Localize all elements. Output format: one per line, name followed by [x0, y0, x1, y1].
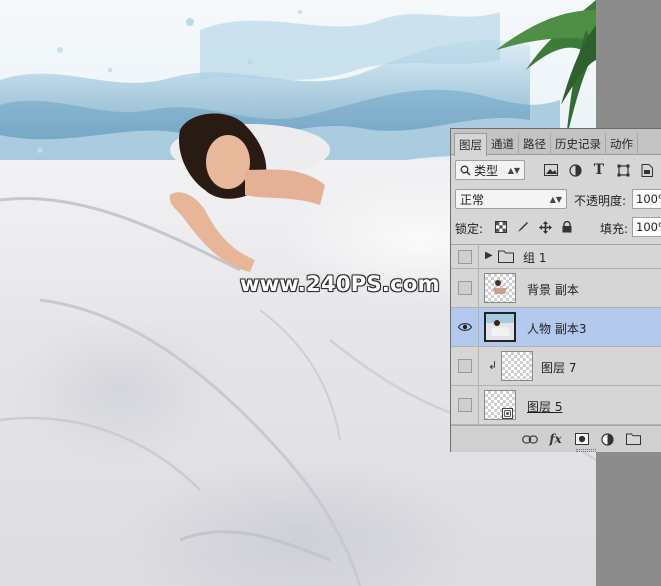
layer-name: 图层 7 [541, 361, 577, 375]
layer-filter-select[interactable]: 类型 ▲▼ [455, 160, 525, 180]
sleeping-woman-image [169, 113, 330, 272]
eye-icon[interactable] [458, 320, 472, 334]
expand-arrow-icon[interactable]: ▶ [485, 250, 493, 261]
layer-thumbnail [484, 312, 516, 342]
new-adjustment-icon[interactable] [599, 431, 616, 448]
watermark-text: www.240PS.com [240, 272, 440, 296]
layer-row[interactable]: 背景 副本 [451, 269, 661, 308]
layer-name: 背景 副本 [527, 283, 579, 297]
tab-channels[interactable]: 通道 [487, 133, 519, 155]
layers-panel[interactable]: 图层 通道 路径 历史记录 动作 类型 ▲▼ T 正常 ▲▼ 不透明度: 100… [450, 128, 661, 452]
smart-object-filter-icon[interactable] [639, 161, 655, 179]
blend-mode-value: 正常 [460, 192, 485, 207]
clipping-mask-arrow-icon: ↲ [488, 359, 498, 372]
search-icon [460, 165, 471, 176]
smart-object-badge-icon [502, 408, 513, 419]
lock-image-icon[interactable] [515, 219, 531, 235]
panel-tabs: 图层 通道 路径 历史记录 动作 [451, 129, 661, 156]
layer-name: 人物 副本3 [527, 322, 587, 336]
tab-actions[interactable]: 动作 [606, 133, 638, 155]
new-group-icon[interactable] [625, 431, 642, 448]
lock-transparent-icon[interactable] [493, 219, 509, 235]
type-filter-icon[interactable]: T [591, 161, 607, 179]
chevron-updown-icon: ▲▼ [549, 194, 562, 204]
opacity-label: 不透明度: [574, 194, 627, 208]
folder-icon [498, 250, 514, 263]
add-mask-icon[interactable] [573, 431, 590, 448]
layers-list: ▶ 组 1 背景 副本 人物 副本3 ↲ 图层 7 图层 5 [451, 244, 661, 425]
layer-row-selected[interactable]: 人物 副本3 [451, 308, 661, 347]
fill-input[interactable]: 100% [632, 217, 661, 237]
divider [478, 347, 479, 385]
divider [478, 386, 479, 424]
resize-grip[interactable] [576, 449, 596, 452]
fill-label: 填充: [600, 222, 629, 236]
divider [478, 245, 479, 268]
layer-row[interactable]: ↲ 图层 7 [451, 347, 661, 386]
adjustment-filter-icon[interactable] [567, 161, 583, 179]
fx-icon[interactable]: fx [547, 431, 564, 448]
layer-row-group[interactable]: ▶ 组 1 [451, 245, 661, 269]
divider [478, 308, 479, 346]
layer-thumbnail [484, 273, 516, 303]
layer-name: 图层 5 [527, 400, 563, 414]
tab-history[interactable]: 历史记录 [551, 133, 606, 155]
chevron-updown-icon: ▲▼ [507, 165, 520, 175]
image-filter-icon[interactable] [543, 161, 559, 179]
lock-icons [493, 219, 575, 235]
link-layers-icon[interactable] [521, 431, 538, 448]
opacity-input[interactable]: 100% [632, 189, 661, 209]
visibility-toggle-off[interactable] [458, 398, 472, 412]
layer-thumbnail [501, 351, 533, 381]
lock-label: 锁定: [455, 222, 484, 236]
lock-position-icon[interactable] [537, 219, 553, 235]
divider [478, 269, 479, 307]
tab-paths[interactable]: 路径 [519, 133, 551, 155]
filter-type-label: 类型 [474, 163, 499, 178]
layer-row[interactable]: 图层 5 [451, 386, 661, 425]
layer-name: 组 1 [523, 251, 547, 265]
filter-row: 类型 ▲▼ T [455, 160, 661, 182]
lock-row: 锁定: 填充: 100% [455, 217, 661, 239]
blend-row: 正常 ▲▼ 不透明度: 100% [455, 189, 661, 211]
panel-bottom-bar: fx [451, 425, 661, 452]
filter-icons: T [543, 161, 655, 179]
shape-filter-icon[interactable] [615, 161, 631, 179]
tab-layers[interactable]: 图层 [454, 133, 487, 156]
lock-all-icon[interactable] [559, 219, 575, 235]
blend-mode-select[interactable]: 正常 ▲▼ [455, 189, 567, 209]
visibility-toggle-off[interactable] [458, 281, 472, 295]
visibility-toggle-off[interactable] [458, 249, 472, 264]
visibility-toggle-off[interactable] [458, 359, 472, 373]
